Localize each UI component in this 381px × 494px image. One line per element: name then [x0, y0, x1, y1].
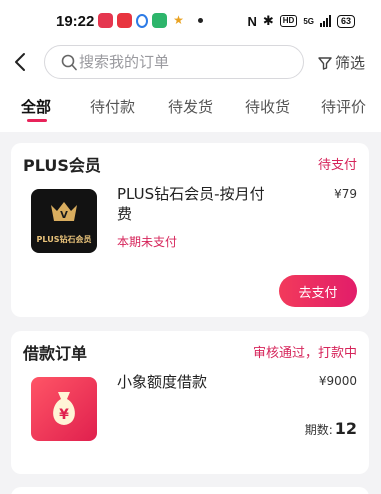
order-title: 借款订单 [23, 344, 88, 363]
tab-pending-payment[interactable]: 待付款 [90, 96, 135, 117]
status-bar: 19:22 ★ N ✱ HD 5G 63 [0, 0, 381, 42]
order-status: 待支付 [317, 158, 357, 173]
header: 19:22 ★ N ✱ HD 5G 63 搜索我的订单 筛选 全部 待付款 待发… [0, 0, 381, 132]
delivery-app-icon: ★ [173, 13, 184, 27]
system-icons: N ✱ HD 5G 63 [247, 13, 355, 29]
search-bar[interactable] [44, 45, 304, 79]
active-tab-indicator [27, 119, 47, 122]
item-name: PLUS钻石会员-按月付费 [117, 185, 265, 223]
order-title: PLUS会员 [23, 156, 101, 175]
money-bag-glyph: ¥ [59, 407, 69, 423]
filter-icon [318, 56, 332, 70]
more-notifications-dot [198, 18, 203, 23]
plus-membership-image: V PLUS钻石会员 [31, 189, 97, 253]
loan-image: ¥ [31, 377, 97, 441]
hd-icon: HD [279, 15, 298, 27]
notification-icons: ★ [98, 13, 203, 28]
order-card-loan[interactable]: 借款订单 审核通过，打款中 ¥ 小象额度借款 ¥9000 期数: 12 [11, 331, 369, 474]
periods-label: 期数: [304, 423, 333, 437]
order-status: 审核通过，打款中 [252, 346, 357, 361]
item-name: 小象额度借款 [117, 373, 208, 391]
tab-pending-review[interactable]: 待评价 [321, 96, 366, 117]
search-input[interactable] [79, 46, 289, 77]
order-card-partial[interactable] [11, 487, 369, 494]
tab-pending-receipt[interactable]: 待收货 [245, 96, 290, 117]
crown-icon: V [51, 202, 77, 221]
battery-icon: 63 [336, 14, 355, 28]
item-price: ¥79 [334, 187, 357, 201]
payment-app-icon [136, 13, 148, 28]
item-price: ¥9000 [318, 374, 357, 388]
back-arrow-icon[interactable] [12, 52, 30, 72]
bluetooth-icon: ✱ [262, 13, 274, 28]
shopping-app-icon [117, 13, 132, 28]
5g-signal-icon [319, 15, 331, 27]
tab-all[interactable]: 全部 [21, 96, 51, 117]
pay-button[interactable]: 去支付 [279, 275, 357, 307]
wechat-icon [152, 13, 167, 28]
money-bag-icon: ¥ [53, 392, 75, 425]
status-time: 19:22 [56, 13, 95, 30]
nfc-icon: N [247, 13, 257, 29]
music-app-icon [98, 13, 113, 28]
filter-label: 筛选 [335, 54, 366, 72]
network-label: 5G [303, 16, 314, 26]
plus-image-label: PLUS钻石会员 [36, 235, 92, 244]
filter-button[interactable]: 筛选 [318, 52, 365, 73]
loan-periods: 期数: 12 [305, 419, 357, 438]
payment-note: 本期未支付 [117, 235, 178, 249]
order-card-plus[interactable]: PLUS会员 待支付 V PLUS钻石会员 PLUS钻石会员-按月付费 本期未支… [11, 143, 369, 317]
crown-badge: V [60, 210, 68, 221]
tab-pending-shipment[interactable]: 待发货 [168, 96, 213, 117]
periods-value: 12 [334, 419, 357, 438]
order-tabs: 全部 待付款 待发货 待收货 待评价 [0, 96, 381, 126]
search-icon [61, 54, 77, 71]
